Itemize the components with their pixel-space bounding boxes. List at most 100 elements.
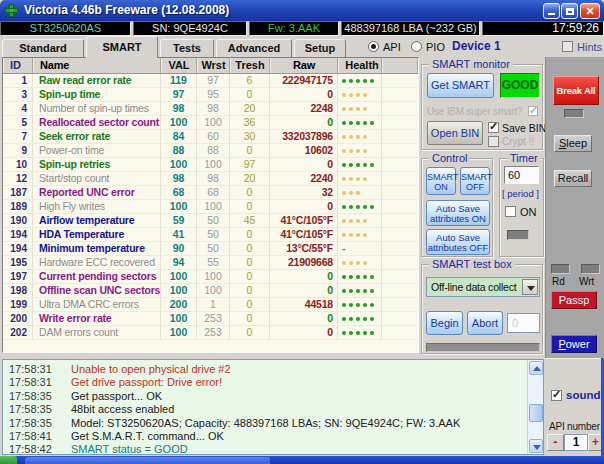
begin-button[interactable]: Begin [426,311,463,335]
table-row[interactable]: 187Reported UNC error6868032 [3,186,418,200]
attr-wrst: 98 [197,172,230,185]
col-header-tresh[interactable]: Tresh [230,58,270,73]
table-row[interactable]: 197Current pending sectors10010000 [3,270,418,284]
minimize-button[interactable] [543,3,560,19]
health-dot [349,107,353,111]
attr-raw: 2248 [270,102,338,115]
close-button[interactable]: ✕ [580,3,600,19]
open-bin-button[interactable]: Open BIN [427,121,483,145]
attr-id: 189 [3,200,33,213]
table-row[interactable]: 3Spin-up time979500 [3,88,418,102]
attr-val: 100 [161,200,197,213]
abort-button[interactable]: Abort [467,311,503,335]
table-row[interactable]: 5Reallocated sector count100100360 [3,116,418,130]
tab-advanced[interactable]: Advanced [216,39,292,58]
table-row[interactable]: 195Hardware ECC recovered9455021909668 [3,256,418,270]
scroll-up-button[interactable] [529,361,543,375]
attr-id: 5 [3,116,33,129]
attr-health [338,102,382,115]
attr-name: Power-on time [33,144,161,157]
hints-label: Hints [577,41,602,53]
sound-checkbox[interactable]: ✓ [551,390,562,401]
drive-capacity: 488397168 LBA (~232 GB) [341,21,480,36]
maximize-button[interactable] [561,3,578,19]
timer-period-input[interactable]: 60 [504,166,539,184]
drive-serial: SN: 9QE4924C [133,21,247,36]
col-header-wrst[interactable]: Wrst [197,58,230,73]
smart-off-button[interactable]: SMART OFF [460,167,490,195]
auto-save-off-button[interactable]: Auto Save attributes OFF [426,229,490,255]
tab-setup[interactable]: Setup [294,39,346,58]
scrollbar-thumb[interactable] [529,404,543,422]
attr-id: 9 [3,144,33,157]
attr-wrst: 100 [197,200,230,213]
col-header-id[interactable]: ID [3,58,33,73]
sleep-button[interactable]: Sleep [554,135,592,152]
table-row[interactable]: 198Offline scan UNC sectors10010000 [3,284,418,298]
auto-save-on-button[interactable]: Auto Save attributes ON [426,200,490,226]
smart-on-button[interactable]: SMART ON [426,167,456,195]
col-header-health[interactable]: Health [338,58,382,73]
attr-name: DAM errors count [33,326,161,339]
tab-smart[interactable]: SMART [86,36,158,58]
write-led [581,264,600,274]
table-row[interactable]: 10Spin-up retries100100970 [3,158,418,172]
power-button[interactable]: Power [551,335,597,353]
table-row[interactable]: 1Raw read error rate119976222947175 [3,74,418,88]
test-select-dropdown[interactable]: Off-line data collect [426,277,540,297]
health-dot [363,121,367,125]
table-row[interactable]: 190Airflow temperature59504541°C/105°F [3,214,418,228]
table-row[interactable]: 12Start/stop count9898202240 [3,172,418,186]
col-header-val[interactable]: VAL [161,58,197,73]
break-all-button[interactable]: Break All [553,76,599,105]
api-number-decrement[interactable]: - [547,434,564,451]
col-header-raw[interactable]: Raw [270,58,338,73]
table-row[interactable]: 194HDA Temperature4150041°C/105°F [3,228,418,242]
attr-health [338,74,382,87]
attr-name: Raw read error rate [33,74,161,87]
table-row[interactable]: 189High Fly writes10010000 [3,200,418,214]
attr-raw: 0 [270,116,338,129]
start-button-sliver[interactable] [0,456,17,464]
health-dot [363,107,367,111]
log-time: 17:58:31 [3,363,71,376]
break-led [564,109,584,118]
attr-val: 200 [161,298,197,311]
log-message: Model: ST3250620AS; Capacity: 488397168 … [71,417,460,430]
log-scrollbar[interactable] [527,360,543,454]
taskbar-button-sliver[interactable] [25,457,270,464]
attr-name: High Fly writes [33,200,161,213]
table-row[interactable]: 199Ultra DMA CRC errors2001044518 [3,298,418,312]
api-radio[interactable] [368,41,379,52]
attr-raw: 21909668 [270,256,338,269]
table-row[interactable]: 194Minimum temperature9050013°C/55°F- [3,242,418,256]
timer-on-checkbox[interactable] [505,206,516,217]
table-row[interactable]: 7Seek error rate846030332037896 [3,130,418,144]
scroll-down-button[interactable] [529,439,543,453]
attr-health [338,172,382,185]
tab-tests[interactable]: Tests [160,39,214,58]
pio-radio[interactable] [411,41,422,52]
attr-wrst: 1 [197,298,230,311]
api-number-value: 1 [564,434,588,451]
log-time: 17:58:35 [3,390,71,403]
health-dot [363,177,367,181]
dropdown-arrow-button[interactable] [522,279,538,295]
save-bin-checkbox[interactable]: ✓ [488,122,499,133]
table-row[interactable]: 4Number of spin-up times9898202248 [3,102,418,116]
table-row[interactable]: 200Write error rate10025300 [3,312,418,326]
passport-button[interactable]: Passp [551,291,597,309]
table-row[interactable]: 202DAM errors count10025300 [3,326,418,340]
health-dot [342,163,346,167]
recall-button[interactable]: Recall [554,170,592,187]
hints-checkbox[interactable] [562,41,573,52]
attr-val: 119 [161,74,197,87]
tab-standard[interactable]: Standard [2,39,84,58]
attr-val: 100 [161,312,197,325]
col-header-name[interactable]: Name [33,58,161,73]
get-smart-button[interactable]: Get SMART [427,73,494,98]
table-row[interactable]: 9Power-on time8888010602 [3,144,418,158]
attr-tresh: 0 [230,256,270,269]
attr-tresh: 20 [230,102,270,115]
attr-wrst: 50 [197,242,230,255]
